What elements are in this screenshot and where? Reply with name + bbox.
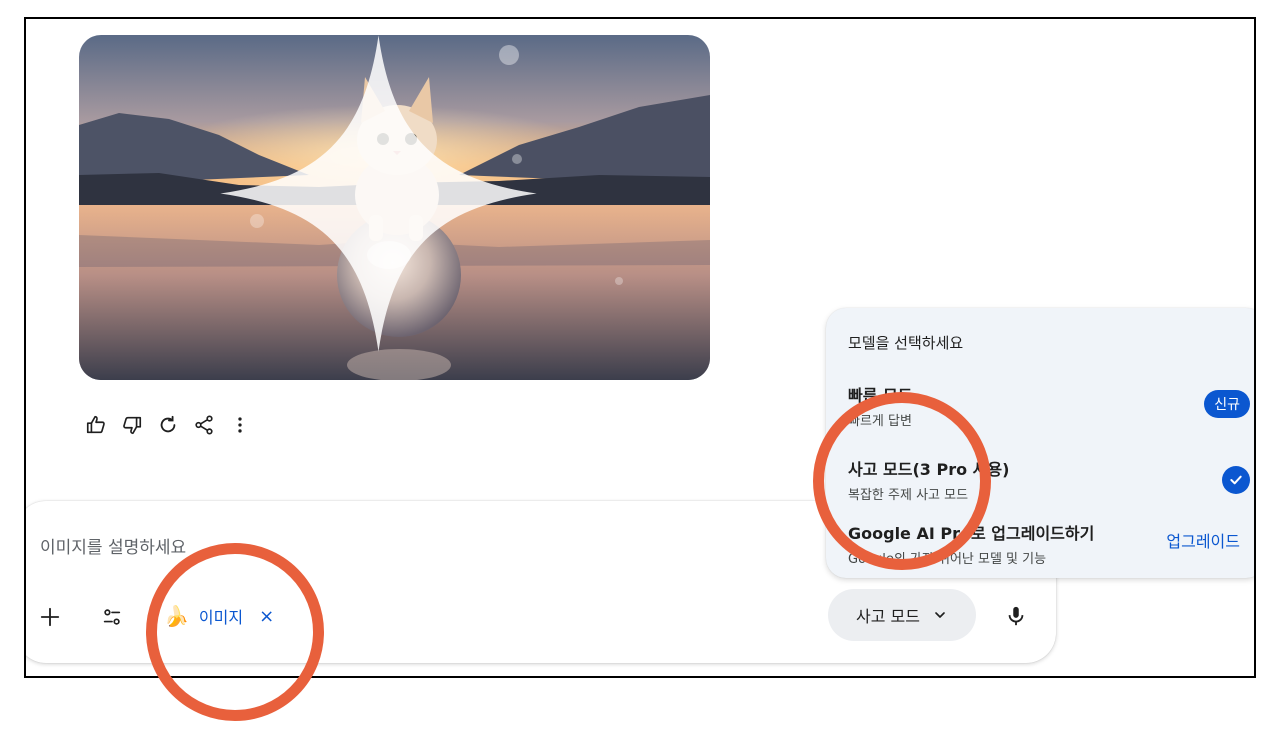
menu-option-fast[interactable]: 빠른 모드 빠르게 답변 신규 (848, 382, 1250, 429)
microphone-button[interactable] (1001, 601, 1031, 631)
generated-image[interactable] (79, 35, 710, 380)
banana-icon: 🍌 (164, 604, 189, 628)
microphone-icon (1008, 606, 1024, 626)
share-icon (195, 415, 213, 435)
tools-button[interactable] (96, 601, 128, 633)
check-icon (1222, 466, 1250, 494)
more-options-icon (238, 417, 242, 433)
option-description: 빠르게 답변 (848, 414, 912, 429)
thumbs-up-button[interactable] (78, 413, 114, 437)
add-button[interactable] (34, 601, 66, 633)
plus-icon (40, 607, 60, 627)
menu-option-thinking[interactable]: 사고 모드(3 Pro 사용) 복잡한 주제 사고 모드 (848, 456, 1250, 503)
mode-selector-button[interactable]: 사고 모드 (828, 589, 976, 641)
regenerate-button[interactable] (150, 413, 186, 437)
upgrade-link[interactable]: 업그레이드 (1166, 528, 1240, 552)
chevron-down-icon (935, 612, 945, 618)
sparkle-icon (220, 35, 537, 352)
option-name: 빠른 모드 (848, 386, 913, 405)
menu-title: 모델을 선택하세요 (848, 334, 964, 352)
model-menu: 모델을 선택하세요 빠른 모드 빠르게 답변 신규 사고 모드(3 Pro 사용… (826, 308, 1254, 578)
option-name: 사고 모드(3 Pro 사용) (848, 460, 1010, 479)
close-icon[interactable]: × (259, 606, 274, 627)
response-actions (78, 413, 258, 437)
mode-label: 사고 모드 (856, 607, 920, 626)
image-tool-chip[interactable]: 🍌 이미지 × (164, 598, 274, 634)
new-badge: 신규 (1204, 390, 1250, 418)
thumbs-down-icon (123, 416, 142, 435)
tune-icon (103, 609, 121, 625)
prompt-input[interactable] (38, 537, 802, 559)
regenerate-icon (160, 415, 176, 433)
share-button[interactable] (186, 413, 222, 437)
option-description: 복잡한 주제 사고 모드 (848, 488, 969, 503)
app-frame: 🍌 이미지 × 사고 모드 모델을 선택하세요 빠른 모드 빠르게 답변 신규 (24, 17, 1256, 678)
image-chip-label: 이미지 (198, 608, 244, 627)
thumbs-up-icon (86, 415, 105, 434)
menu-option-upgrade[interactable]: Google AI Pro로 업그레이드하기 Google의 가장 뛰어난 모델… (848, 520, 1250, 567)
thumbs-down-button[interactable] (114, 413, 150, 437)
more-options-button[interactable] (222, 413, 258, 437)
